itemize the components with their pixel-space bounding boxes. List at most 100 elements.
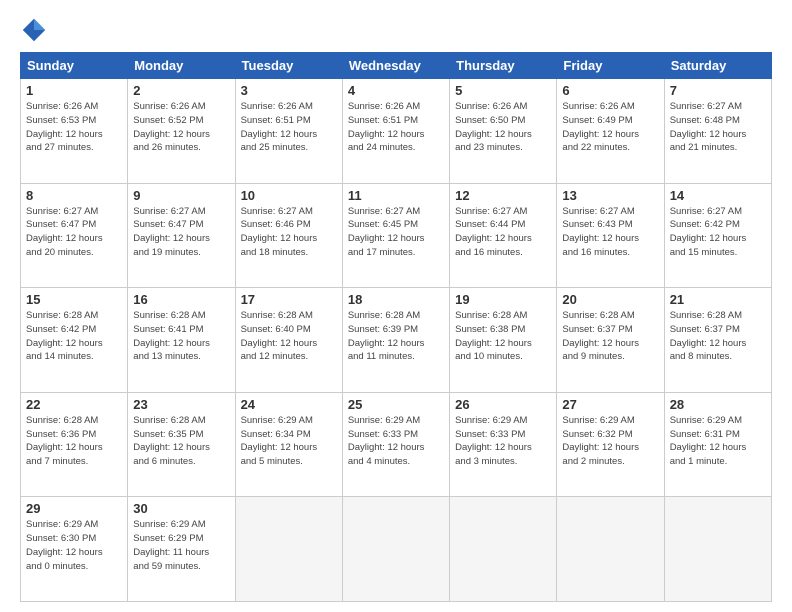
day-number: 24: [241, 397, 337, 412]
calendar-cell: 25 Sunrise: 6:29 AMSunset: 6:33 PMDaylig…: [342, 392, 449, 497]
day-number: 26: [455, 397, 551, 412]
day-number: 13: [562, 188, 658, 203]
calendar-cell: 16 Sunrise: 6:28 AMSunset: 6:41 PMDaylig…: [128, 288, 235, 393]
calendar-cell: 5 Sunrise: 6:26 AMSunset: 6:50 PMDayligh…: [450, 79, 557, 184]
day-info: Sunrise: 6:27 AMSunset: 6:44 PMDaylight:…: [455, 205, 551, 260]
day-number: 11: [348, 188, 444, 203]
calendar-cell: 14 Sunrise: 6:27 AMSunset: 6:42 PMDaylig…: [664, 183, 771, 288]
column-header-friday: Friday: [557, 53, 664, 79]
column-header-tuesday: Tuesday: [235, 53, 342, 79]
calendar-cell: 12 Sunrise: 6:27 AMSunset: 6:44 PMDaylig…: [450, 183, 557, 288]
day-number: 23: [133, 397, 229, 412]
day-number: 8: [26, 188, 122, 203]
day-info: Sunrise: 6:28 AMSunset: 6:38 PMDaylight:…: [455, 309, 551, 364]
day-number: 30: [133, 501, 229, 516]
day-info: Sunrise: 6:28 AMSunset: 6:37 PMDaylight:…: [670, 309, 766, 364]
calendar-cell: 3 Sunrise: 6:26 AMSunset: 6:51 PMDayligh…: [235, 79, 342, 184]
calendar-cell: 7 Sunrise: 6:27 AMSunset: 6:48 PMDayligh…: [664, 79, 771, 184]
day-number: 9: [133, 188, 229, 203]
calendar-cell: [664, 497, 771, 602]
day-number: 21: [670, 292, 766, 307]
day-info: Sunrise: 6:28 AMSunset: 6:35 PMDaylight:…: [133, 414, 229, 469]
day-number: 3: [241, 83, 337, 98]
calendar-week-row: 15 Sunrise: 6:28 AMSunset: 6:42 PMDaylig…: [21, 288, 772, 393]
day-info: Sunrise: 6:28 AMSunset: 6:42 PMDaylight:…: [26, 309, 122, 364]
day-number: 22: [26, 397, 122, 412]
day-info: Sunrise: 6:28 AMSunset: 6:36 PMDaylight:…: [26, 414, 122, 469]
day-number: 25: [348, 397, 444, 412]
day-number: 12: [455, 188, 551, 203]
day-info: Sunrise: 6:29 AMSunset: 6:29 PMDaylight:…: [133, 518, 229, 573]
calendar-cell: 19 Sunrise: 6:28 AMSunset: 6:38 PMDaylig…: [450, 288, 557, 393]
logo-icon: [20, 16, 48, 44]
day-number: 18: [348, 292, 444, 307]
day-info: Sunrise: 6:29 AMSunset: 6:31 PMDaylight:…: [670, 414, 766, 469]
calendar-cell: 9 Sunrise: 6:27 AMSunset: 6:47 PMDayligh…: [128, 183, 235, 288]
column-header-monday: Monday: [128, 53, 235, 79]
calendar-cell: [342, 497, 449, 602]
calendar-cell: 4 Sunrise: 6:26 AMSunset: 6:51 PMDayligh…: [342, 79, 449, 184]
calendar-cell: 27 Sunrise: 6:29 AMSunset: 6:32 PMDaylig…: [557, 392, 664, 497]
calendar-cell: [235, 497, 342, 602]
day-number: 10: [241, 188, 337, 203]
day-info: Sunrise: 6:27 AMSunset: 6:42 PMDaylight:…: [670, 205, 766, 260]
day-info: Sunrise: 6:26 AMSunset: 6:51 PMDaylight:…: [241, 100, 337, 155]
column-header-thursday: Thursday: [450, 53, 557, 79]
day-number: 5: [455, 83, 551, 98]
calendar-cell: 6 Sunrise: 6:26 AMSunset: 6:49 PMDayligh…: [557, 79, 664, 184]
calendar-table: SundayMondayTuesdayWednesdayThursdayFrid…: [20, 52, 772, 602]
day-info: Sunrise: 6:29 AMSunset: 6:33 PMDaylight:…: [455, 414, 551, 469]
day-info: Sunrise: 6:29 AMSunset: 6:30 PMDaylight:…: [26, 518, 122, 573]
day-info: Sunrise: 6:29 AMSunset: 6:34 PMDaylight:…: [241, 414, 337, 469]
day-number: 28: [670, 397, 766, 412]
calendar-cell: 2 Sunrise: 6:26 AMSunset: 6:52 PMDayligh…: [128, 79, 235, 184]
day-number: 27: [562, 397, 658, 412]
calendar-cell: 21 Sunrise: 6:28 AMSunset: 6:37 PMDaylig…: [664, 288, 771, 393]
calendar-cell: 10 Sunrise: 6:27 AMSunset: 6:46 PMDaylig…: [235, 183, 342, 288]
calendar-cell: 1 Sunrise: 6:26 AMSunset: 6:53 PMDayligh…: [21, 79, 128, 184]
calendar-cell: 11 Sunrise: 6:27 AMSunset: 6:45 PMDaylig…: [342, 183, 449, 288]
day-info: Sunrise: 6:27 AMSunset: 6:45 PMDaylight:…: [348, 205, 444, 260]
day-info: Sunrise: 6:27 AMSunset: 6:47 PMDaylight:…: [133, 205, 229, 260]
day-info: Sunrise: 6:28 AMSunset: 6:40 PMDaylight:…: [241, 309, 337, 364]
column-header-sunday: Sunday: [21, 53, 128, 79]
calendar-cell: [450, 497, 557, 602]
day-info: Sunrise: 6:29 AMSunset: 6:32 PMDaylight:…: [562, 414, 658, 469]
day-info: Sunrise: 6:28 AMSunset: 6:41 PMDaylight:…: [133, 309, 229, 364]
day-info: Sunrise: 6:28 AMSunset: 6:39 PMDaylight:…: [348, 309, 444, 364]
day-number: 15: [26, 292, 122, 307]
calendar-week-row: 8 Sunrise: 6:27 AMSunset: 6:47 PMDayligh…: [21, 183, 772, 288]
day-number: 2: [133, 83, 229, 98]
day-info: Sunrise: 6:27 AMSunset: 6:46 PMDaylight:…: [241, 205, 337, 260]
day-info: Sunrise: 6:28 AMSunset: 6:37 PMDaylight:…: [562, 309, 658, 364]
day-number: 20: [562, 292, 658, 307]
day-number: 29: [26, 501, 122, 516]
page: SundayMondayTuesdayWednesdayThursdayFrid…: [0, 0, 792, 612]
day-number: 19: [455, 292, 551, 307]
day-info: Sunrise: 6:27 AMSunset: 6:43 PMDaylight:…: [562, 205, 658, 260]
calendar-cell: 23 Sunrise: 6:28 AMSunset: 6:35 PMDaylig…: [128, 392, 235, 497]
day-info: Sunrise: 6:29 AMSunset: 6:33 PMDaylight:…: [348, 414, 444, 469]
calendar-cell: 20 Sunrise: 6:28 AMSunset: 6:37 PMDaylig…: [557, 288, 664, 393]
day-number: 1: [26, 83, 122, 98]
column-header-saturday: Saturday: [664, 53, 771, 79]
calendar-cell: 28 Sunrise: 6:29 AMSunset: 6:31 PMDaylig…: [664, 392, 771, 497]
calendar-cell: 15 Sunrise: 6:28 AMSunset: 6:42 PMDaylig…: [21, 288, 128, 393]
calendar-cell: 26 Sunrise: 6:29 AMSunset: 6:33 PMDaylig…: [450, 392, 557, 497]
calendar-week-row: 22 Sunrise: 6:28 AMSunset: 6:36 PMDaylig…: [21, 392, 772, 497]
calendar-header-row: SundayMondayTuesdayWednesdayThursdayFrid…: [21, 53, 772, 79]
day-number: 16: [133, 292, 229, 307]
column-header-wednesday: Wednesday: [342, 53, 449, 79]
calendar-week-row: 1 Sunrise: 6:26 AMSunset: 6:53 PMDayligh…: [21, 79, 772, 184]
calendar-cell: 18 Sunrise: 6:28 AMSunset: 6:39 PMDaylig…: [342, 288, 449, 393]
day-number: 4: [348, 83, 444, 98]
day-info: Sunrise: 6:26 AMSunset: 6:50 PMDaylight:…: [455, 100, 551, 155]
header: [20, 16, 772, 44]
day-info: Sunrise: 6:26 AMSunset: 6:49 PMDaylight:…: [562, 100, 658, 155]
calendar-cell: 8 Sunrise: 6:27 AMSunset: 6:47 PMDayligh…: [21, 183, 128, 288]
calendar-cell: [557, 497, 664, 602]
calendar-cell: 24 Sunrise: 6:29 AMSunset: 6:34 PMDaylig…: [235, 392, 342, 497]
calendar-cell: 29 Sunrise: 6:29 AMSunset: 6:30 PMDaylig…: [21, 497, 128, 602]
day-info: Sunrise: 6:26 AMSunset: 6:52 PMDaylight:…: [133, 100, 229, 155]
calendar-cell: 17 Sunrise: 6:28 AMSunset: 6:40 PMDaylig…: [235, 288, 342, 393]
